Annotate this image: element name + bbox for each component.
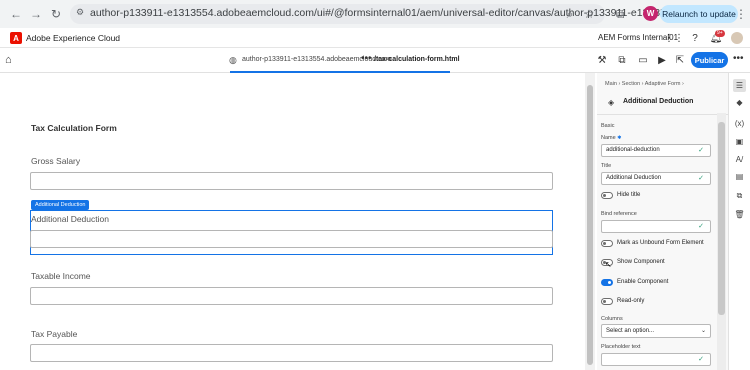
user-avatar[interactable]	[731, 32, 743, 44]
columns-select-value: Select an option...	[606, 328, 655, 334]
duplicate-icon[interactable]: ⧉	[733, 189, 746, 202]
form-canvas: Tax Calculation Form Gross Salary Additi…	[0, 73, 585, 370]
editor-toolbar: ⌂ ◍ author-p133911-e1313554.adobeaemclou…	[0, 48, 750, 73]
mouse-cursor-icon: ↖	[605, 260, 612, 269]
name-label: Name ✱	[601, 135, 621, 141]
canvas-scroll-thumb[interactable]	[587, 85, 593, 365]
page-path[interactable]: /tax-calculation-form.html	[374, 56, 460, 63]
delete-icon[interactable]: 🗑︎	[733, 208, 746, 221]
valid-check-icon: ✓	[698, 175, 704, 182]
columns-label: Columns	[601, 316, 623, 322]
globe-icon: ◍	[229, 55, 237, 65]
forward-icon[interactable]: →	[28, 6, 44, 22]
field-label-tax-payable: Tax Payable	[31, 329, 78, 339]
field-label-additional-deduction: Additional Deduction	[31, 214, 109, 224]
browser-chrome: ← → ↻ ⚙ author-p133911-e1313554.adobeaem…	[0, 0, 750, 28]
relaunch-button[interactable]: Relaunch to update	[660, 5, 738, 23]
tax-payable-input[interactable]	[30, 344, 553, 362]
component-type-icon: ◈	[608, 98, 615, 107]
toggle-label: Read-only	[617, 298, 645, 304]
bind-reference-field[interactable]: ✓	[601, 220, 711, 233]
placeholder-text-field[interactable]: ✓	[601, 353, 711, 366]
address-bar[interactable]: ⚙ author-p133911-e1313554.adobeaemcloud.…	[70, 4, 675, 24]
preview-play-icon[interactable]: ▶	[656, 54, 668, 66]
toggle-label: Show Component	[617, 259, 665, 265]
toggle-label: Hide title	[617, 192, 641, 198]
form-title: Tax Calculation Form	[31, 123, 117, 133]
path-more-button[interactable]: •••	[361, 53, 372, 64]
more-options-icon[interactable]: •••	[733, 53, 744, 64]
taxable-income-input[interactable]	[30, 287, 553, 305]
help-icon[interactable]: ?	[689, 32, 701, 44]
list-icon[interactable]: ▤	[733, 170, 746, 183]
field-label-gross-salary: Gross Salary	[31, 156, 81, 166]
site-info-icon[interactable]: ⚙	[76, 7, 84, 18]
required-marker: ✱	[617, 135, 622, 141]
translate-icon[interactable]: A/	[733, 153, 746, 166]
component-breadcrumb[interactable]: Main › Section › Adaptive Form ›	[605, 81, 684, 87]
valid-check-icon: ✓	[698, 147, 704, 154]
open-new-tab-icon[interactable]: ⇱	[674, 54, 686, 66]
reload-icon[interactable]: ↻	[48, 6, 64, 22]
adobe-logo-icon[interactable]: A	[10, 32, 22, 44]
name-field[interactable]: additional-deduction ✓	[601, 144, 711, 157]
toggle-switch[interactable]	[601, 240, 613, 247]
bind-reference-label: Bind reference	[601, 211, 637, 217]
apps-grid-icon[interactable]: ⋮⋮	[664, 32, 684, 44]
profile-avatar[interactable]: W	[643, 6, 658, 21]
chevron-down-icon: ⌄	[700, 328, 706, 334]
field-label-taxable-income: Taxable Income	[31, 271, 91, 281]
additional-deduction-input[interactable]	[30, 230, 553, 248]
selected-component-tag: Additional Deduction	[31, 200, 90, 210]
adobe-header: A Adobe Experience Cloud AEM Forms Inter…	[0, 28, 750, 48]
app-title[interactable]: Adobe Experience Cloud	[26, 33, 120, 43]
variables-icon[interactable]: (x)	[733, 117, 746, 130]
section-basic: Basic	[601, 123, 615, 129]
gross-salary-input[interactable]	[30, 172, 553, 190]
open-app-icon[interactable]: ⧉	[616, 54, 628, 66]
properties-icon[interactable]: ☰	[733, 79, 746, 92]
back-icon[interactable]: ←	[8, 6, 24, 22]
toggle-switch[interactable]	[601, 192, 613, 199]
browser-menu-icon[interactable]: ⋮	[735, 6, 747, 22]
form-icon[interactable]: ▣	[733, 135, 746, 148]
name-label-text: Name	[601, 135, 616, 141]
extensions-icon[interactable]: ⧉	[612, 6, 628, 22]
layers-icon[interactable]: ◆	[733, 96, 746, 109]
emulator-icon[interactable]: ▭	[637, 54, 649, 66]
publish-button[interactable]: Publicar	[691, 52, 728, 68]
right-rail: ☰ ◆ (x) ▣ A/ ▤ ⧉ 🗑︎	[728, 73, 750, 370]
title-label: Title	[601, 163, 612, 169]
properties-panel: Main › Section › Adaptive Form › ◈ Addit…	[597, 73, 728, 370]
valid-check-icon: ✓	[698, 223, 704, 230]
notification-badge: 9+	[715, 30, 725, 37]
columns-select[interactable]: Select an option... ⌄	[601, 324, 711, 338]
component-title: Additional Deduction	[623, 98, 694, 105]
placeholder-text-label: Placeholder text	[601, 344, 641, 350]
home-icon[interactable]: ⌂	[5, 54, 17, 66]
panel-divider	[597, 114, 728, 115]
bookmark-star-icon[interactable]: ☆	[581, 6, 597, 22]
toggle-label: Enable Component	[617, 279, 669, 285]
title-value: Additional Deduction	[606, 175, 662, 181]
properties-scroll-thumb[interactable]	[718, 122, 725, 315]
title-field[interactable]: Additional Deduction ✓	[601, 172, 711, 185]
toggle-switch[interactable]	[601, 279, 613, 286]
toggle-switch[interactable]	[601, 298, 613, 305]
toggle-label: Mark as Unbound Form Element	[617, 240, 704, 246]
name-value: additional-deduction	[606, 147, 660, 153]
edit-mode-icon[interactable]: ⚒	[596, 54, 608, 66]
search-icon[interactable]: ⌕	[562, 6, 578, 22]
valid-check-icon: ✓	[698, 356, 704, 363]
